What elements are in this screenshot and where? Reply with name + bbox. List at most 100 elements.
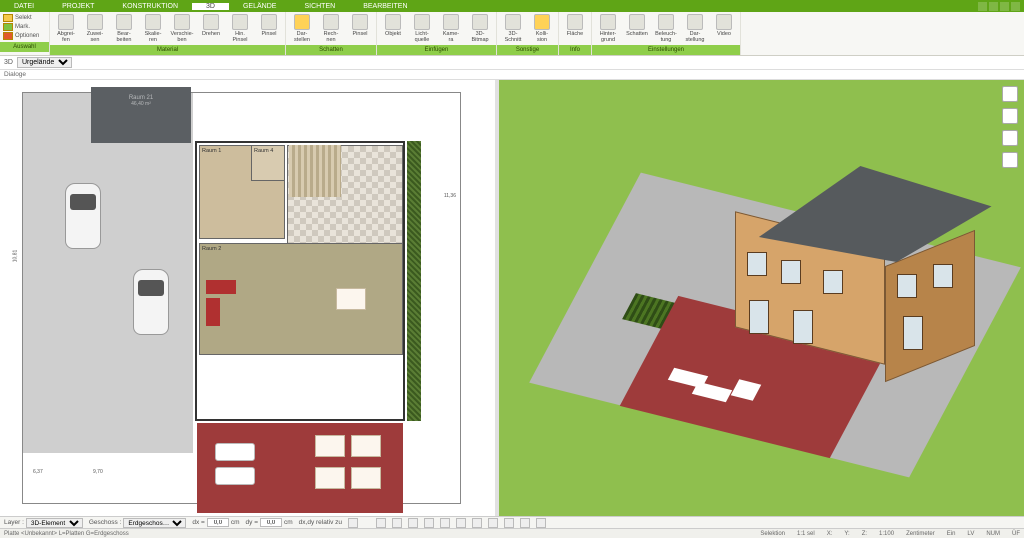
plan-sofa xyxy=(315,435,345,457)
layer-label: Layer : xyxy=(4,519,24,526)
close-icon[interactable] xyxy=(1011,2,1020,11)
tool-icon[interactable] xyxy=(376,518,386,528)
ribbon-button[interactable]: Dar-stellen xyxy=(289,14,315,43)
ribbon-button[interactable]: Zuwei-sen xyxy=(82,14,108,43)
geschoss-select[interactable]: Erdgeschos… xyxy=(123,518,186,528)
menu-tab-sichten[interactable]: SICHTEN xyxy=(290,3,349,10)
dy-input[interactable] xyxy=(260,518,282,527)
plan-lounger xyxy=(215,467,255,485)
furniture-icon[interactable] xyxy=(1002,108,1018,124)
menu-tab-konstruktion[interactable]: KONSTRUKTION xyxy=(108,3,192,10)
ribbon-button-label: Dar-stellung xyxy=(686,31,705,43)
ribbon-button[interactable]: Hinter-grund xyxy=(595,14,621,43)
ribbon-group-label: Auswahl xyxy=(0,42,49,52)
ribbon-group-label: Info xyxy=(559,45,591,55)
ribbon-button-label: Zuwei-sen xyxy=(87,31,104,43)
status-ein: Ein xyxy=(947,531,956,537)
tool-icon[interactable] xyxy=(440,518,450,528)
maximize-icon[interactable] xyxy=(1000,2,1009,11)
ribbon-button[interactable]: Abgrei-fen xyxy=(53,14,79,43)
ribbon-optionen[interactable]: Optionen xyxy=(3,32,45,40)
dx-input[interactable] xyxy=(207,518,229,527)
ribbon-icon xyxy=(203,14,219,30)
ribbon-button[interactable]: Hin.Pinsel xyxy=(227,14,253,43)
menu-tab-bearbeiten[interactable]: BEARBEITEN xyxy=(349,3,421,10)
ribbon-button[interactable]: Drehen xyxy=(198,14,224,37)
3d-house xyxy=(735,160,955,370)
tool-icon[interactable] xyxy=(488,518,498,528)
plan-lounger xyxy=(215,443,255,461)
ribbon-selekt[interactable]: Selekt xyxy=(3,14,45,22)
menu-tab-3d[interactable]: 3D xyxy=(192,3,229,10)
layer-select[interactable]: 3D-Element xyxy=(26,518,83,528)
ribbon-button[interactable]: Skalie-ren xyxy=(140,14,166,43)
menu-tab-datei[interactable]: DATEI xyxy=(0,3,48,10)
ribbon-mark[interactable]: Mark. xyxy=(3,23,45,31)
ribbon-button[interactable]: Beleuch-tung xyxy=(653,14,679,43)
tool-icon[interactable] xyxy=(536,518,546,528)
workspace: Raum 21 46,40 m² Raum 3 Raum 1 Raum 4 Ra… xyxy=(0,80,1024,516)
tool-icon[interactable] xyxy=(424,518,434,528)
ribbon-button-label: Hinter-grund xyxy=(600,31,617,43)
plus-icon xyxy=(3,32,13,40)
plan-car xyxy=(65,183,101,249)
status-y: Y: xyxy=(844,531,849,537)
ribbon-button[interactable]: Bear-beiten xyxy=(111,14,137,43)
3d-side-tools xyxy=(1002,86,1020,168)
layers-icon[interactable] xyxy=(1002,86,1018,102)
status-x: X: xyxy=(827,531,833,537)
plan-house-outline: Raum 3 Raum 1 Raum 4 Raum 2 xyxy=(195,141,405,421)
ribbon-icon xyxy=(352,14,368,30)
ribbon-button[interactable]: Video xyxy=(711,14,737,37)
ribbon-button[interactable]: Pinsel xyxy=(347,14,373,37)
plan-garage: Raum 21 46,40 m² xyxy=(91,87,191,143)
ribbon-icon xyxy=(716,14,732,30)
help-icon[interactable] xyxy=(978,2,987,11)
tool-icon[interactable] xyxy=(504,518,514,528)
ribbon-button-label: Kame-ra xyxy=(443,31,459,43)
minimize-icon[interactable] xyxy=(989,2,998,11)
ribbon-button-label: Pinsel xyxy=(353,31,368,37)
2d-plan-viewport[interactable]: Raum 21 46,40 m² Raum 3 Raum 1 Raum 4 Ra… xyxy=(0,80,495,516)
window-controls xyxy=(978,2,1024,11)
ribbon-button[interactable]: Schatten xyxy=(624,14,650,37)
ribbon-button-label: Pinsel xyxy=(262,31,277,37)
ribbon-button-label: Verschie-ben xyxy=(171,31,194,43)
ribbon-button[interactable]: Licht-quelle xyxy=(409,14,435,43)
tool-icon[interactable] xyxy=(520,518,530,528)
snap-icon[interactable] xyxy=(348,518,358,528)
dialoge-bar[interactable]: Dialoge xyxy=(0,70,1024,80)
ribbon-button[interactable]: 3D-Bitmap xyxy=(467,14,493,43)
tool-icon[interactable] xyxy=(408,518,418,528)
status-uf: ÜF xyxy=(1012,531,1020,537)
ribbon-button[interactable]: Kolli-sion xyxy=(529,14,555,43)
plan-room-4: Raum 4 xyxy=(251,145,285,181)
ribbon-button[interactable]: Kame-ra xyxy=(438,14,464,43)
ribbon-button-label: Schatten xyxy=(626,31,648,37)
tool-icon[interactable] xyxy=(472,518,482,528)
ribbon-button[interactable]: Dar-stellung xyxy=(682,14,708,43)
ribbon-button-label: 3D-Bitmap xyxy=(471,31,488,43)
plan-sofa xyxy=(315,467,345,489)
ribbon-icon xyxy=(58,14,74,30)
ribbon-button[interactable]: Fläche xyxy=(562,14,588,37)
menu-tab-projekt[interactable]: PROJEKT xyxy=(48,3,108,10)
palette-icon[interactable] xyxy=(1002,130,1018,146)
unit-label: cm xyxy=(231,519,240,526)
tool-icon[interactable] xyxy=(392,518,402,528)
ribbon-button[interactable]: Verschie-ben xyxy=(169,14,195,43)
ribbon-group-label: Sonstige xyxy=(497,45,558,55)
ribbon-button[interactable]: Rech-nen xyxy=(318,14,344,43)
ribbon-button[interactable]: Pinsel xyxy=(256,14,282,37)
tree-icon[interactable] xyxy=(1002,152,1018,168)
ribbon-button[interactable]: 3D-Schnitt xyxy=(500,14,526,43)
ribbon-button[interactable]: Objekt xyxy=(380,14,406,37)
plan-table xyxy=(336,288,366,310)
ribbon-button-label: Beleuch-tung xyxy=(655,31,677,43)
ribbon-icon xyxy=(629,14,645,30)
terrain-select[interactable]: Urgelände xyxy=(17,57,72,68)
3d-viewport[interactable] xyxy=(499,80,1024,516)
menu-tab-gelaende[interactable]: GELÄNDE xyxy=(229,3,290,10)
ribbon-icon xyxy=(443,14,459,30)
tool-icon[interactable] xyxy=(456,518,466,528)
